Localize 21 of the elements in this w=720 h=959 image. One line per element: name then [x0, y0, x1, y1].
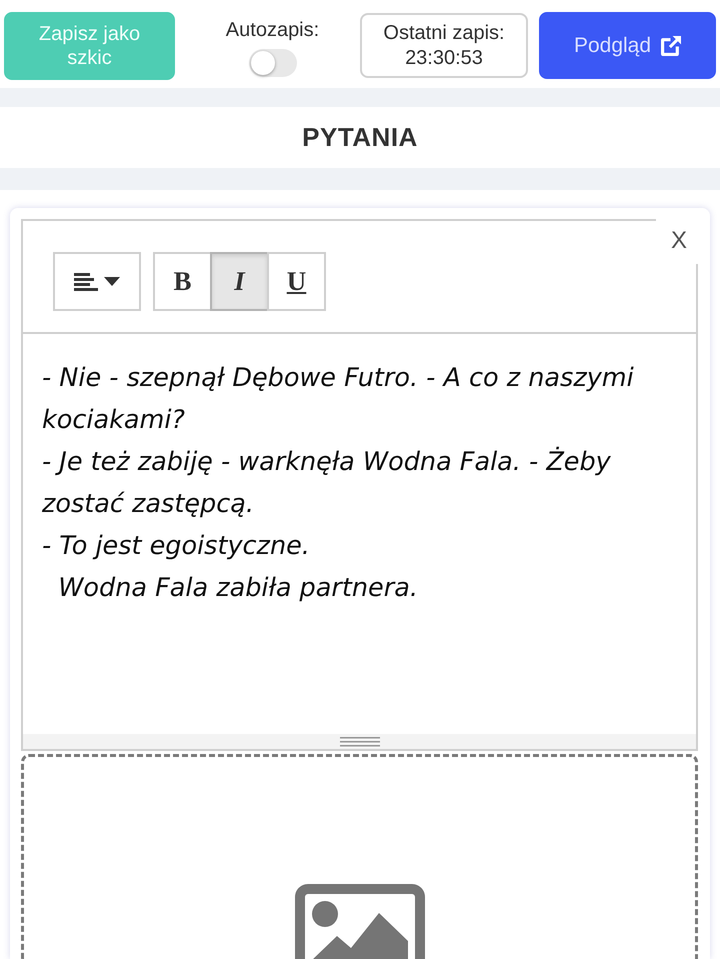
bold-button[interactable]: B	[153, 252, 212, 311]
underline-button[interactable]: U	[267, 252, 326, 311]
grip-lines-icon	[340, 736, 380, 746]
autosave-label: Autozapis:	[226, 18, 320, 42]
last-save-label: Ostatni zapis:	[383, 20, 505, 46]
preview-button[interactable]: Podgląd	[539, 12, 716, 79]
text-line: Wodna Fala zabiła partnera.	[57, 572, 419, 605]
last-save-time: 23:30:53	[405, 46, 483, 70]
text-line: - Je też zabiję - warknęła Wodna Fala. - Żeby zostać zastępcą.	[42, 446, 612, 521]
text-line: - To jest egoistyczne.	[42, 530, 311, 563]
align-dropdown[interactable]	[53, 252, 141, 311]
external-link-icon	[661, 36, 682, 56]
caret-down-icon	[104, 277, 120, 286]
editor-text-area[interactable]: - Nie - szepnął Dębowe Futro. - A co z naszymi kociakami? - Je też zabiję - warknęła Wodna Fala. - Żeby zostać zastępcą. - To jest egoistyczne. Wodna Fala zabiła partnera.	[23, 334, 696, 734]
italic-button[interactable]: I	[210, 252, 269, 311]
text-line: - Nie - szepnął Dębowe Futro. - A co z naszymi kociakami?	[42, 362, 635, 437]
autosave-toggle[interactable]	[248, 49, 296, 77]
image-dropzone[interactable]	[21, 754, 698, 959]
section-title: PYTANIA	[302, 122, 418, 153]
image-icon	[294, 884, 424, 959]
align-left-icon	[74, 272, 98, 290]
